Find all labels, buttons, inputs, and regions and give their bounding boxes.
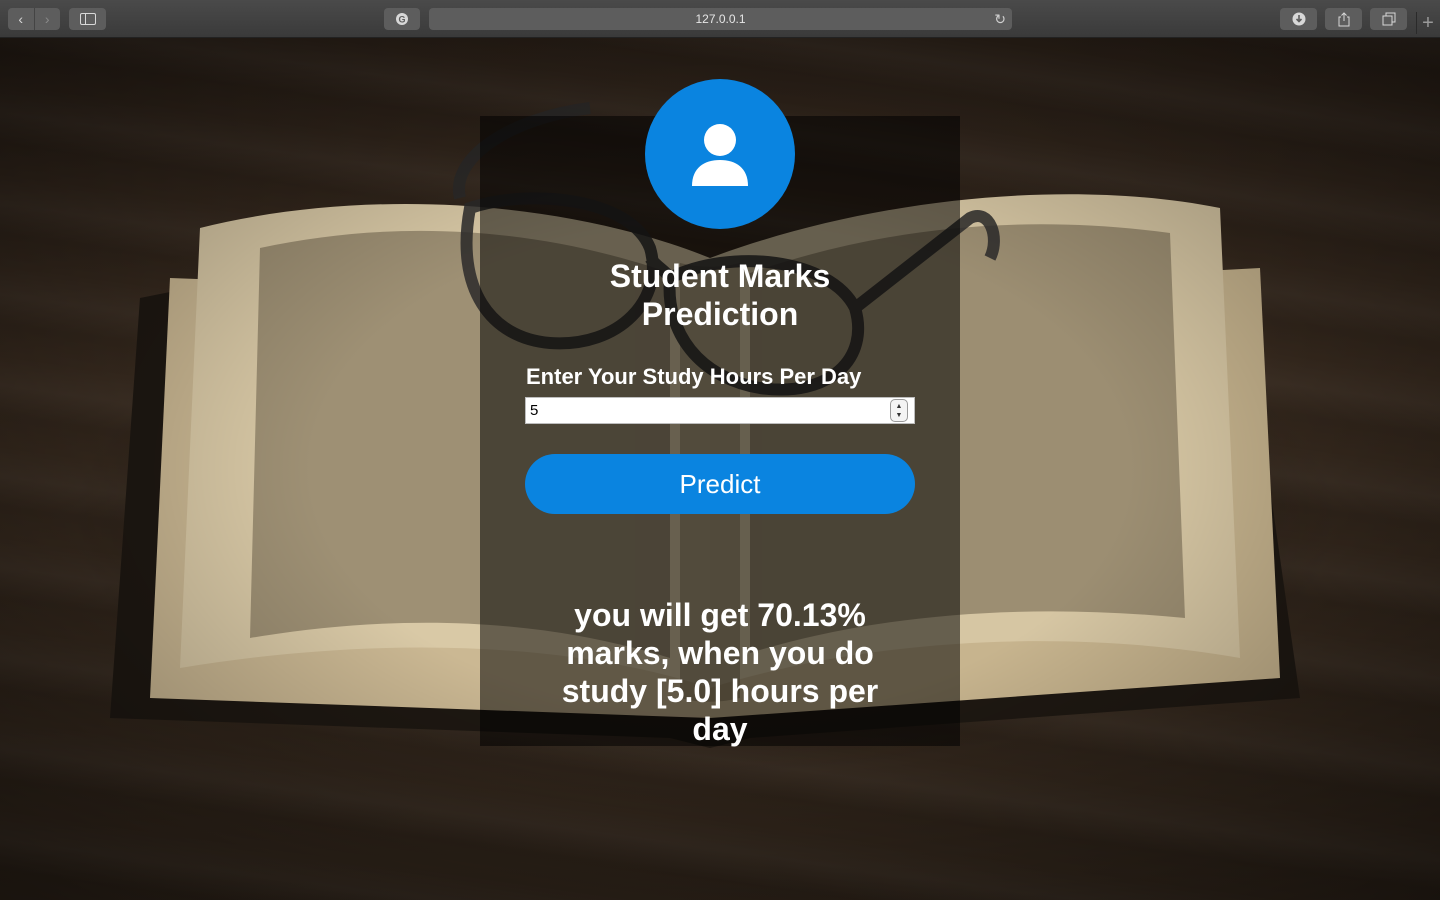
stepper-up-icon[interactable]: ▲ xyxy=(896,402,903,411)
sidebar-icon[interactable] xyxy=(69,8,106,30)
user-icon xyxy=(645,79,795,229)
share-icon[interactable] xyxy=(1325,8,1362,30)
plus-icon[interactable]: + xyxy=(1416,12,1439,34)
page-title: Student Marks Prediction xyxy=(480,257,960,333)
reader-icon[interactable]: G xyxy=(384,8,420,30)
reload-icon[interactable]: ↻ xyxy=(994,11,1006,28)
history-nav: ‹ › xyxy=(8,8,60,30)
browser-toolbar: ‹ › G 127.0.0.1 ↻ + xyxy=(0,0,1440,38)
address-bar[interactable]: 127.0.0.1 ↻ xyxy=(429,8,1012,30)
prediction-result: you will get 70.13% marks, when you do s… xyxy=(561,597,879,747)
download-icon[interactable] xyxy=(1280,8,1317,30)
tabs-icon[interactable] xyxy=(1370,8,1407,30)
predict-button[interactable]: Predict xyxy=(525,454,915,514)
chevron-right-icon[interactable]: › xyxy=(33,8,61,30)
number-stepper[interactable]: ▲ ▼ xyxy=(890,399,908,422)
title-line-2: Prediction xyxy=(641,296,799,332)
chevron-left-icon[interactable]: ‹ xyxy=(8,8,34,30)
study-hours-input[interactable] xyxy=(525,397,915,424)
study-hours-label: Enter Your Study Hours Per Day xyxy=(526,364,862,389)
url-text: 127.0.0.1 xyxy=(695,12,746,26)
svg-text:G: G xyxy=(398,15,405,25)
title-line-1: Student Marks xyxy=(609,258,831,294)
stepper-down-icon[interactable]: ▼ xyxy=(896,411,903,420)
